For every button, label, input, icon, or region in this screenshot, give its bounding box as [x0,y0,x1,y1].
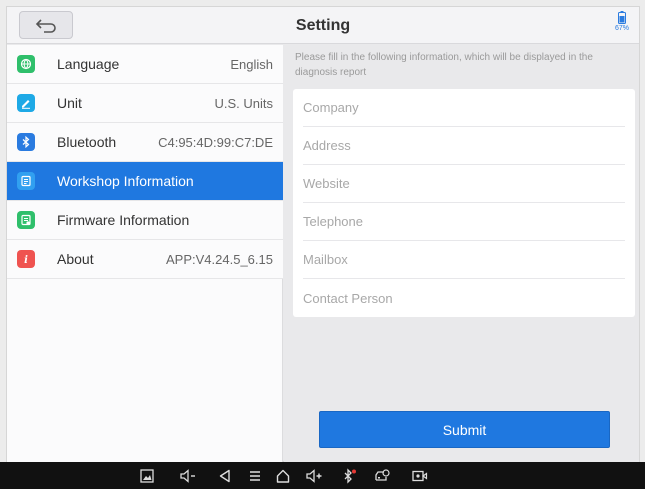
menu-icon[interactable] [245,466,265,486]
volume-down-icon[interactable] [178,466,198,486]
gallery-icon[interactable] [137,466,157,486]
address-field-row [303,127,625,165]
contact-person-field[interactable] [303,290,625,306]
sidebar-item-label: Firmware Information [57,212,190,228]
form-hint: Please fill in the following information… [295,52,593,78]
address-field[interactable] [303,138,625,153]
volume-up-icon[interactable] [304,466,324,486]
sidebar-item-value: APP:V4.24.5_6.15 [166,251,273,267]
bluetooth-icon [17,133,35,151]
sidebar-item-label: Bluetooth [57,134,117,150]
company-field-row [303,89,625,127]
battery-icon [618,11,626,24]
sidebar-item-workshop-information[interactable]: Workshop Information [7,162,283,201]
telephone-field[interactable] [303,214,625,229]
bluetooth-status-icon [339,466,359,486]
home-icon[interactable] [273,466,293,486]
globe-icon [17,55,35,73]
sidebar-item-unit[interactable]: Unit U.S. Units [7,84,283,123]
company-field[interactable] [303,100,625,115]
svg-text:i: i [24,255,28,265]
app-window: Setting 67% Language English Unit U.S. U… [6,6,640,463]
sidebar-item-bluetooth[interactable]: Bluetooth C4:95:4D:99:C7:DE [7,123,283,162]
sidebar-item-value: English [230,56,273,72]
sidebar-item-label: About [57,251,94,267]
mailbox-field[interactable] [303,252,625,267]
contact-person-field-row [303,279,625,317]
submit-button[interactable]: Submit [319,411,610,448]
screen-record-icon[interactable] [410,466,430,486]
website-field[interactable] [303,176,625,191]
sidebar-item-value: U.S. Units [214,95,273,111]
battery-percent: 67% [614,25,629,32]
back-arrow-icon [35,19,56,33]
page-title: Setting [295,17,351,34]
telephone-field-row [303,203,625,241]
sidebar-item-about[interactable]: i About APP:V4.24.5_6.15 [7,240,283,279]
workshop-info-panel: Please fill in the following information… [284,45,639,463]
mailbox-field-row [303,241,625,279]
workshop-form [293,89,635,317]
back-icon[interactable] [215,466,235,486]
sidebar-item-firmware-information[interactable]: Firmware Information [7,201,283,240]
edit-icon [17,94,35,112]
battery-indicator: 67% [611,11,633,39]
sidebar-item-label: Unit [57,95,82,111]
sidebar-item-label: Language [57,56,120,72]
system-navigation-bar [0,462,645,489]
back-button[interactable] [19,11,73,39]
sidebar-item-value: C4:95:4D:99:C7:DE [158,134,273,150]
vci-icon[interactable] [372,466,392,486]
settings-sidebar: Language English Unit U.S. Units Bluetoo… [7,45,283,463]
website-field-row [303,165,625,203]
sidebar-item-label: Workshop Information [57,173,194,189]
title-bar: Setting 67% [7,7,639,44]
info-icon: i [17,250,35,268]
sidebar-item-language[interactable]: Language English [7,45,283,84]
document-icon [17,172,35,190]
firmware-icon [17,211,35,229]
